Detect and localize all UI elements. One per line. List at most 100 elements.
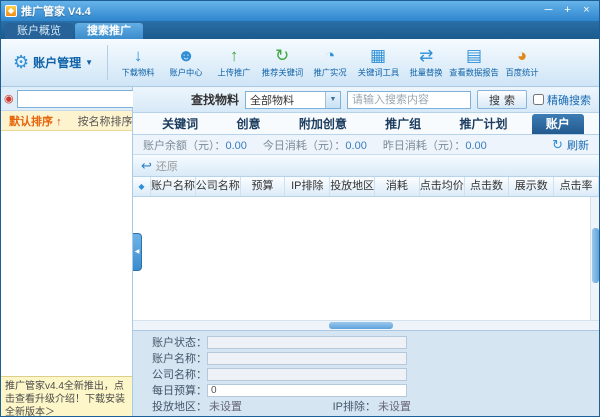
sort-by-name-button[interactable]: 按名称排序: [70, 113, 141, 129]
title-bar: ◆ 推广管家 V4.4 ─ + ×: [1, 1, 599, 21]
vertical-scrollbar-thumb[interactable]: [592, 228, 599, 283]
sidebar-collapse-handle[interactable]: ◀: [133, 233, 142, 271]
column-clicks[interactable]: 点击数: [465, 177, 510, 196]
find-material-bar: 查找物料 全部物料 ▼ 搜索 精确搜索: [133, 87, 599, 113]
exact-search-option: 精确搜索: [533, 92, 591, 108]
company-name-label: 公司名称：: [143, 366, 207, 382]
account-status-field: [207, 336, 407, 349]
region-label: 投放地区：: [143, 398, 207, 414]
gear-icon: ⚙: [13, 52, 29, 73]
undo-icon: ↩: [141, 158, 152, 174]
column-company-name[interactable]: 公司名称: [196, 177, 241, 196]
upgrade-notice[interactable]: 推广管家v4.4全新推出，点击查看升级介绍！下载安装全新版本＞: [1, 376, 132, 416]
column-ctr[interactable]: 点击率: [554, 177, 599, 196]
user-icon: ☻: [177, 46, 195, 65]
pie-chart-icon: ◕: [517, 46, 527, 65]
account-manage-button[interactable]: ⚙ 账户管理 ▼: [5, 41, 101, 84]
table-body[interactable]: [133, 197, 599, 320]
horizontal-scrollbar-thumb[interactable]: [329, 322, 393, 329]
upload-icon: ↑: [230, 46, 239, 65]
sort-default-button[interactable]: 默认排序 ↑: [1, 113, 70, 129]
app-window: ◆ 推广管家 V4.4 ─ + × 账户概览 搜索推广 ⚙ 账户管理 ▼ ↓ 下…: [0, 0, 600, 417]
close-button[interactable]: ×: [578, 4, 595, 18]
toolbar-batch-replace[interactable]: ⇄ 批量替换: [402, 41, 450, 84]
daily-budget-field[interactable]: [207, 384, 407, 397]
maximize-button[interactable]: +: [559, 4, 576, 18]
toolbar-separator: [107, 45, 108, 80]
minimize-button[interactable]: ─: [540, 4, 557, 18]
table-header: ◆ 账户名称 公司名称 预算 IP排除 投放地区 消耗 点击均价 点击数 展示数…: [133, 177, 599, 197]
tab-creatives[interactable]: 创意: [222, 114, 274, 134]
toolbar-data-report[interactable]: ▤ 查看数据报告: [450, 41, 498, 84]
chevron-down-icon: ▼: [85, 58, 93, 67]
nav-tab-strip: 账户概览 搜索推广: [1, 21, 599, 39]
account-detail-panel: 账户状态： 账户名称： 公司名称： 每日预算： 投放地区： 未设置: [133, 330, 599, 416]
toolbar-baidu-statistics[interactable]: ◕ 百度统计: [498, 41, 546, 84]
toolbar-download-materials[interactable]: ↓ 下载物料: [114, 41, 162, 84]
material-scope-select[interactable]: 全部物料 ▼: [245, 91, 341, 109]
window-title: 推广管家 V4.4: [21, 3, 91, 19]
sidebar: ◉ ▼ 默认排序 ↑ 按名称排序 推广管家v4.4全新推出，点击查看升级介绍！下…: [1, 87, 133, 416]
yesterday-cost-stat: 昨日消耗（元）：0.00: [383, 137, 487, 153]
main-toolbar: ⚙ 账户管理 ▼ ↓ 下载物料 ☻ 账户中心 ↑ 上传推广 ↻ 推荐关键词 ◔ …: [1, 39, 599, 87]
column-account-name[interactable]: 账户名称: [151, 177, 196, 196]
app-icon: ◆: [5, 5, 17, 17]
column-region[interactable]: 投放地区: [330, 177, 375, 196]
region-value: 未设置: [209, 398, 242, 414]
column-ip-exclude[interactable]: IP排除: [285, 177, 330, 196]
tab-keywords[interactable]: 关键词: [148, 114, 212, 134]
exact-search-checkbox[interactable]: [533, 94, 544, 105]
account-status-label: 账户状态：: [143, 334, 207, 350]
search-button[interactable]: 搜索: [477, 90, 527, 109]
tab-account[interactable]: 账户: [532, 114, 584, 134]
swap-icon: ⇄: [419, 46, 433, 65]
material-tab-bar: 关键词 创意 附加创意 推广组 推广计划 账户: [133, 113, 599, 135]
grid-toolbar: ↩ 还原: [133, 155, 599, 177]
balance-stat: 账户余额（元）：0.00: [143, 137, 247, 153]
toolbar-keyword-tools[interactable]: ▦ 关键词工具: [354, 41, 402, 84]
ip-exclude-value: 未设置: [378, 398, 411, 414]
tab-ad-groups[interactable]: 推广组: [371, 114, 435, 134]
sidebar-search-row: ◉ ▼: [1, 87, 132, 111]
daily-budget-label: 每日预算：: [143, 382, 207, 398]
download-icon: ↓: [134, 46, 143, 65]
tab-account-overview[interactable]: 账户概览: [5, 23, 73, 39]
vertical-scrollbar[interactable]: [590, 197, 599, 320]
account-list[interactable]: [1, 131, 132, 376]
main-panel: 查找物料 全部物料 ▼ 搜索 精确搜索 关键词 创意 附加创意 推广组 推广计划: [133, 87, 599, 416]
restore-button[interactable]: 还原: [156, 158, 178, 174]
select-dropdown-icon: ▼: [325, 92, 340, 108]
sort-ascending-icon: ↑: [56, 116, 62, 128]
column-budget[interactable]: 预算: [241, 177, 286, 196]
sort-bar: 默认排序 ↑ 按名称排序: [1, 111, 132, 131]
horizontal-scrollbar[interactable]: [133, 320, 599, 330]
filter-icon: ◉: [4, 92, 14, 105]
exact-search-label: 精确搜索: [547, 92, 591, 108]
report-icon: ▤: [466, 46, 482, 65]
toolbar-live-status[interactable]: ◔ 推广实况: [306, 41, 354, 84]
column-impressions[interactable]: 展示数: [509, 177, 554, 196]
search-input[interactable]: [347, 91, 471, 109]
account-stats-bar: 账户余额（元）：0.00 今日消耗（元）：0.00 昨日消耗（元）：0.00 ↻…: [133, 135, 599, 155]
tab-campaigns[interactable]: 推广计划: [445, 114, 521, 134]
toolbar-recommend-keywords[interactable]: ↻ 推荐关键词: [258, 41, 306, 84]
header-selector-icon: ◆: [133, 177, 151, 196]
content-area: ◉ ▼ 默认排序 ↑ 按名称排序 推广管家v4.4全新推出，点击查看升级介绍！下…: [1, 87, 599, 416]
grid-icon: ▦: [370, 46, 386, 65]
column-avg-cpc[interactable]: 点击均价: [420, 177, 465, 196]
today-cost-stat: 今日消耗（元）：0.00: [263, 137, 367, 153]
refresh-button[interactable]: ↻ 刷新: [552, 137, 589, 153]
toolbar-upload-promotion[interactable]: ↑ 上传推广: [210, 41, 258, 84]
account-name-label: 账户名称：: [143, 350, 207, 366]
account-name-field: [207, 352, 407, 365]
tab-search-promotion[interactable]: 搜索推广: [75, 23, 143, 39]
refresh-icon: ↻: [275, 46, 289, 65]
tab-extra-creatives[interactable]: 附加创意: [285, 114, 361, 134]
column-cost[interactable]: 消耗: [375, 177, 420, 196]
refresh-icon: ↻: [552, 137, 563, 153]
clock-icon: ◔: [325, 46, 335, 65]
find-material-label: 查找物料: [191, 91, 239, 108]
company-name-field: [207, 368, 407, 381]
ip-exclude-label: IP排除：: [312, 398, 376, 414]
toolbar-account-center[interactable]: ☻ 账户中心: [162, 41, 210, 84]
